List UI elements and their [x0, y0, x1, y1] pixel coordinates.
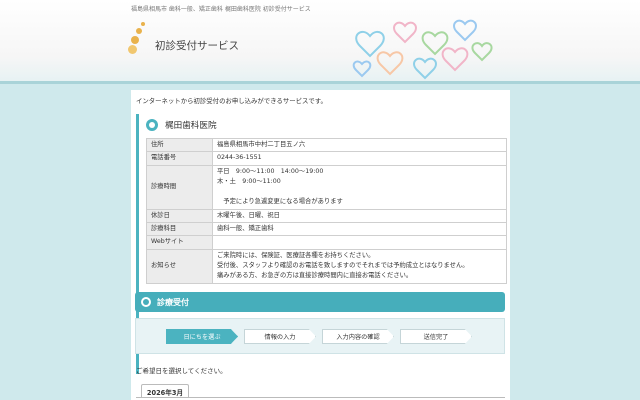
breadcrumb: 福島県相馬市 歯科一般、矯正歯科 梶田歯科医院 初診受付サービス [131, 6, 311, 13]
calendar-divider [136, 397, 505, 398]
clinic-name: 梶田歯科医院 [165, 121, 217, 131]
step-select-date: 日にちを選ぶ [166, 329, 238, 344]
closed-days-value: 木曜午後、日曜、祝日 [212, 208, 507, 224]
table-row: Webサイト [146, 235, 507, 250]
departments-value: 歯科一般、矯正歯科 [212, 222, 507, 237]
row-label: 休診日 [146, 208, 213, 224]
row-label: Webサイト [146, 235, 213, 250]
notice-value: ご来院時には、保険証、医療証各種をお持ちください。 受付後、スタッフより確認のお… [212, 248, 507, 284]
row-label: お知らせ [146, 248, 213, 284]
section-title: 診療受付 [157, 297, 189, 307]
site-header: 福島県相馬市 歯科一般、矯正歯科 梶田歯科医院 初診受付サービス 初診受付サービ… [0, 0, 640, 84]
main-content: インターネットから初診受付のお申し込みができるサービスです。 梶田歯科医院 住所… [131, 90, 510, 400]
table-row: 電話番号 0244-36-1551 [146, 151, 507, 166]
address-value: 福島県相馬市中村二丁目五ノ六 [212, 137, 507, 153]
phone-value: 0244-36-1551 [212, 151, 507, 166]
table-row: 診療科目 歯科一般、矯正歯科 [146, 222, 507, 237]
step-complete: 送信完了 [400, 329, 472, 344]
row-label: 診療科目 [146, 222, 213, 237]
clinic-heading: 梶田歯科医院 [146, 118, 217, 132]
logo-dots-icon [128, 18, 152, 54]
row-label: 診療時間 [146, 164, 213, 210]
intro-text: インターネットから初診受付のお申し込みができるサービスです。 [136, 97, 327, 105]
table-row: 休診日 木曜午後、日曜、祝日 [146, 208, 507, 224]
progress-steps: 日にちを選ぶ 情報の入力 入力内容の確認 送信完了 [135, 318, 505, 354]
hours-value: 平日 9:00～11:00 14:00～19:00 木・土 9:00～11:00… [212, 164, 507, 210]
date-prompt: ご希望日を選択してください。 [136, 367, 227, 375]
website-value[interactable] [212, 235, 507, 250]
service-title: 初診受付サービス [155, 40, 239, 52]
row-label: 電話番号 [146, 151, 213, 166]
table-row: お知らせ ご来院時には、保険証、医療証各種をお持ちください。 受付後、スタッフよ… [146, 248, 507, 284]
step-confirm: 入力内容の確認 [322, 329, 394, 344]
reception-section-header: 診療受付 [135, 292, 505, 312]
table-row: 診療時間 平日 9:00～11:00 14:00～19:00 木・土 9:00～… [146, 164, 507, 210]
table-row: 住所 福島県相馬市中村二丁目五ノ六 [146, 137, 507, 153]
hearts-decoration-icon [352, 19, 493, 80]
month-tab[interactable]: 2026年3月 [141, 384, 189, 398]
step-enter-info: 情報の入力 [244, 329, 316, 344]
ring-bullet-icon [141, 297, 151, 307]
clinic-info-table: 住所 福島県相馬市中村二丁目五ノ六 電話番号 0244-36-1551 診療時間… [146, 137, 507, 284]
row-label: 住所 [146, 137, 213, 153]
circle-bullet-icon [146, 119, 158, 131]
